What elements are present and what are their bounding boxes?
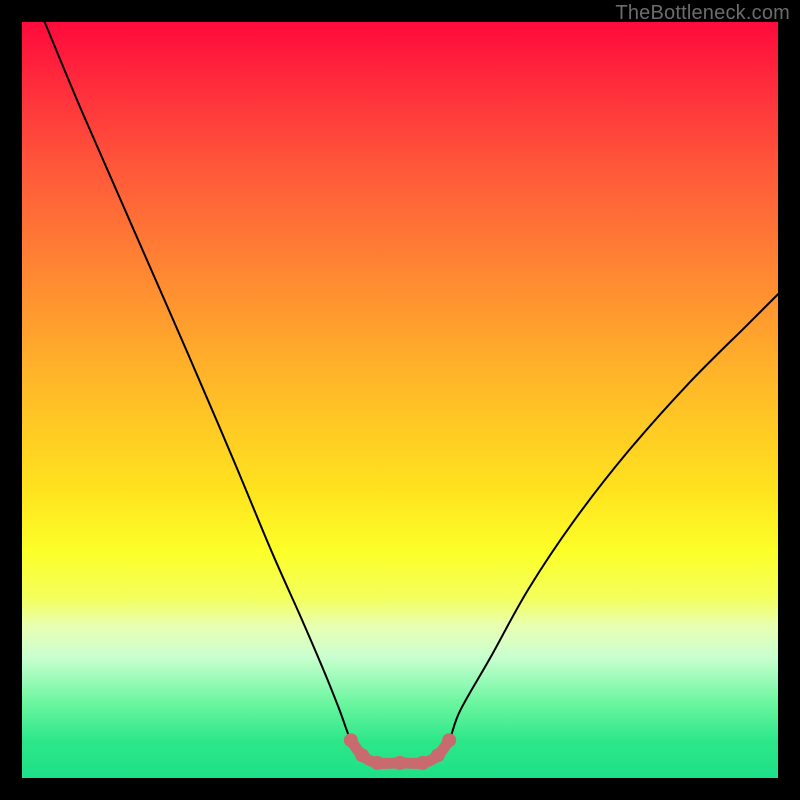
valley-dot [416, 756, 430, 770]
valley-highlight-dots [344, 733, 456, 770]
chart-svg [22, 22, 778, 778]
watermark-text: TheBottleneck.com [615, 2, 790, 25]
chart-container: TheBottleneck.com [0, 0, 800, 800]
plot-area [22, 22, 778, 778]
valley-dot [355, 748, 369, 762]
valley-dot [370, 756, 384, 770]
valley-dot [344, 733, 358, 747]
valley-dot [431, 748, 445, 762]
bottleneck-curve-path [45, 22, 778, 763]
valley-dot [393, 756, 407, 770]
valley-dot [442, 733, 456, 747]
